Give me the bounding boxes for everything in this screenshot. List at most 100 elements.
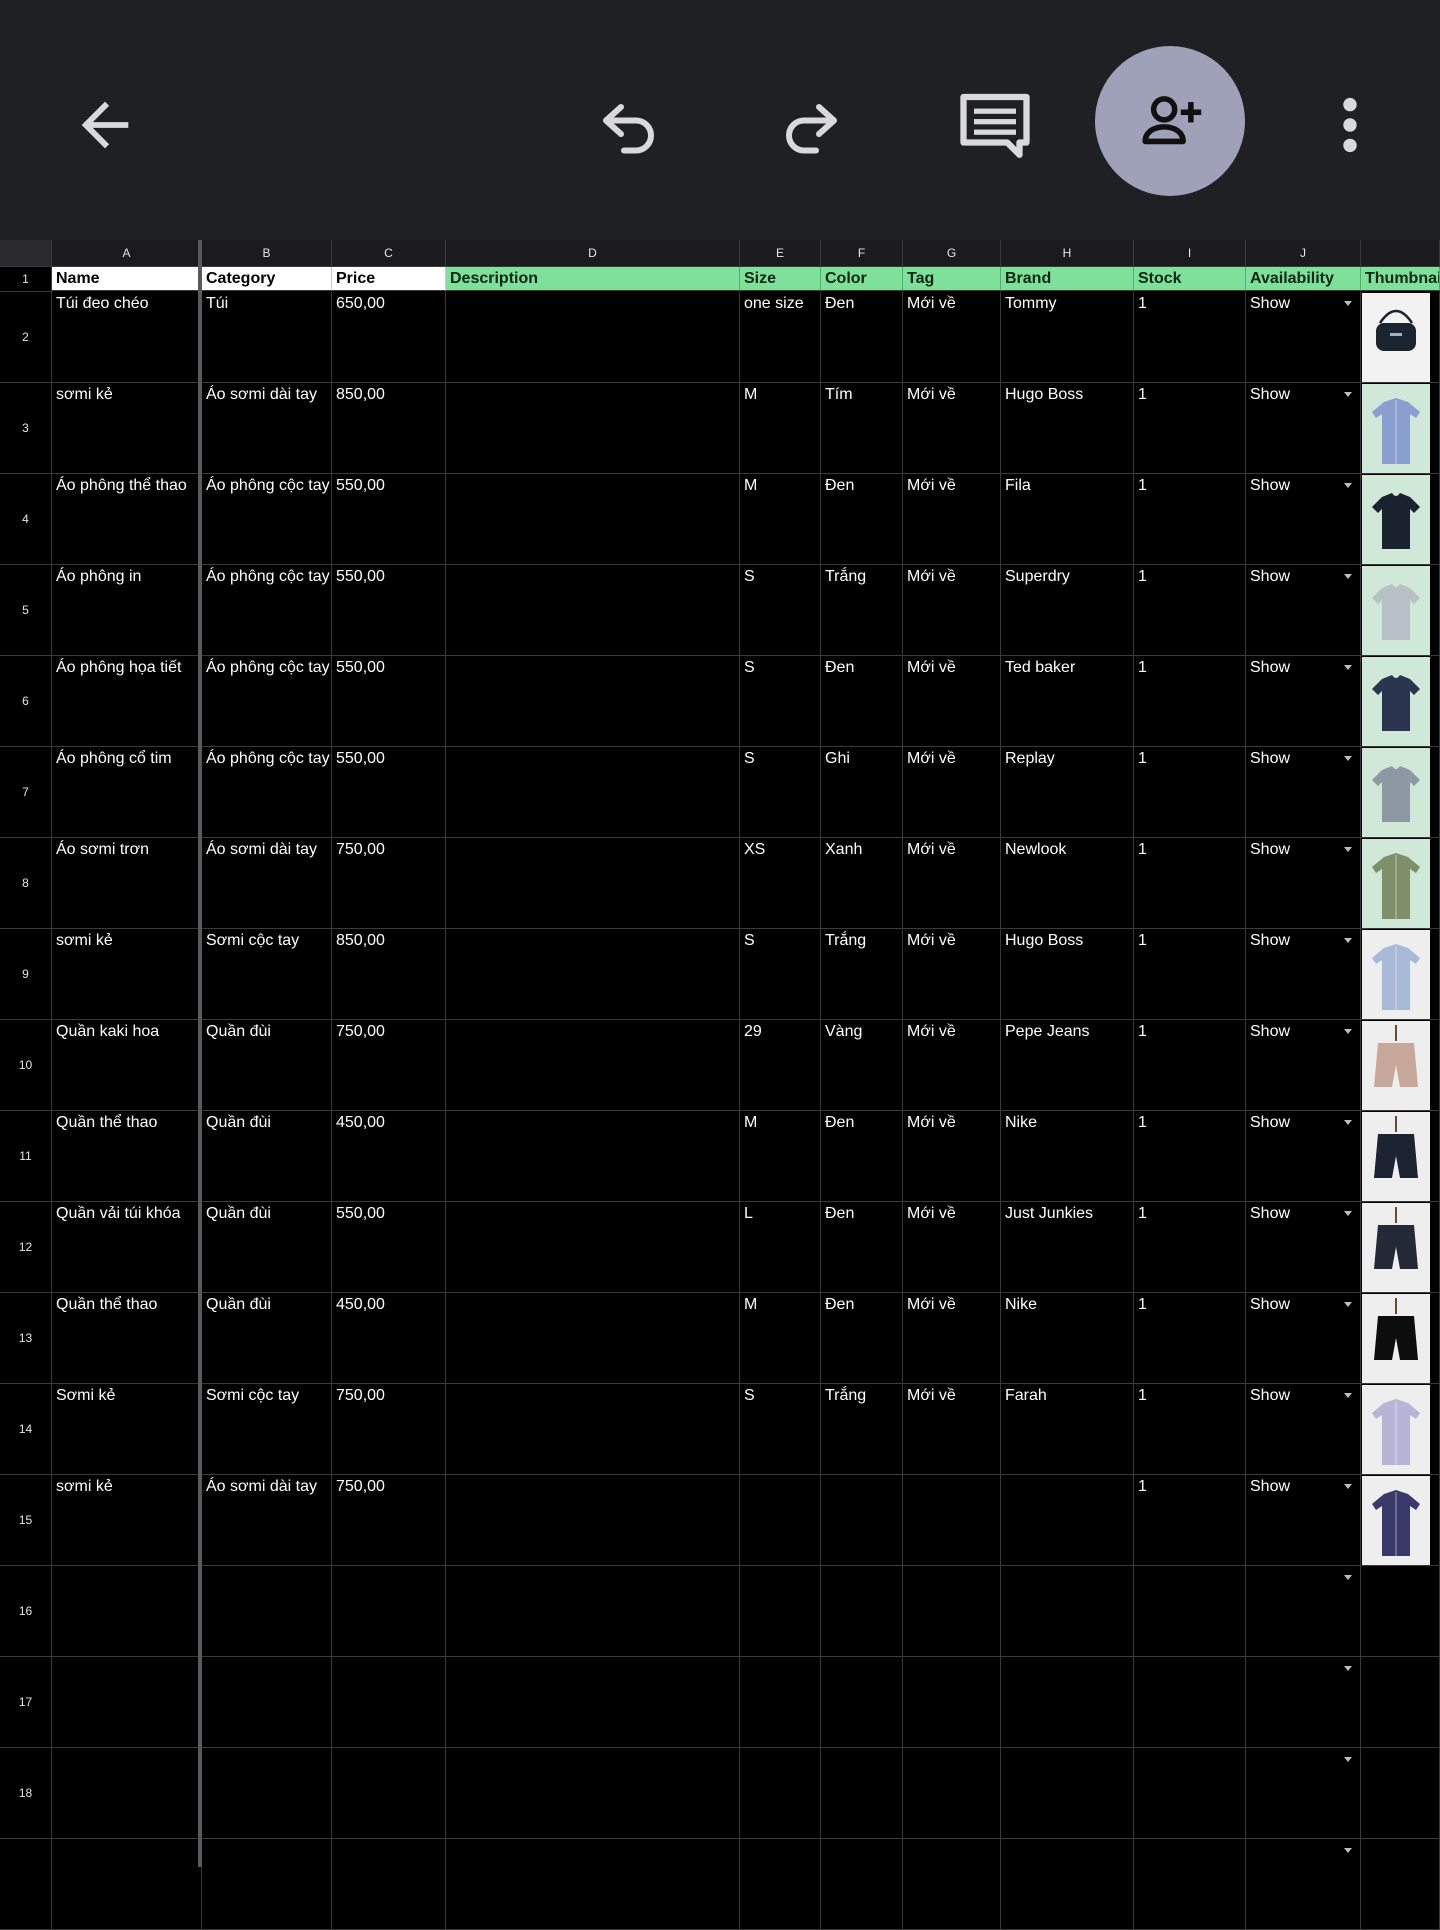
table-cell[interactable] [446,474,740,565]
table-cell[interactable]: Hugo Boss [1001,383,1134,474]
table-cell[interactable] [446,656,740,747]
dropdown-arrow-icon[interactable] [1344,1757,1352,1762]
table-cell[interactable]: Show [1246,383,1361,474]
column-header-a[interactable]: A [52,240,202,267]
table-cell[interactable] [821,1566,903,1657]
table-cell[interactable]: 850,00 [332,929,446,1020]
product-thumbnail-image[interactable] [1362,1476,1430,1565]
table-cell[interactable]: Đen [821,656,903,747]
product-thumbnail-image[interactable] [1362,930,1430,1019]
table-cell[interactable]: Đen [821,1293,903,1384]
table-cell[interactable]: Pepe Jeans [1001,1020,1134,1111]
table-cell[interactable]: 1 [1134,1293,1246,1384]
more-options-button[interactable] [1320,80,1380,170]
table-cell[interactable]: Mới về [903,1384,1001,1475]
table-cell[interactable]: Mới về [903,1111,1001,1202]
table-cell[interactable] [446,1748,740,1839]
dropdown-arrow-icon[interactable] [1344,574,1352,579]
table-cell[interactable] [1001,1839,1134,1930]
table-cell[interactable]: Show [1246,1475,1361,1566]
row-header[interactable]: 15 [0,1475,52,1566]
redo-button[interactable] [765,80,855,170]
table-cell[interactable] [1134,1566,1246,1657]
table-cell[interactable]: Quần vải túi khóa [52,1202,202,1293]
table-cell[interactable] [1246,1657,1361,1748]
table-cell[interactable]: Nike [1001,1111,1134,1202]
dropdown-arrow-icon[interactable] [1344,1302,1352,1307]
table-cell[interactable]: Áo phông họa tiết [52,656,202,747]
table-cell[interactable]: 750,00 [332,1384,446,1475]
table-cell[interactable]: 1 [1134,1202,1246,1293]
dropdown-arrow-icon[interactable] [1344,1211,1352,1216]
dropdown-arrow-icon[interactable] [1344,1484,1352,1489]
table-cell[interactable] [1001,1657,1134,1748]
table-cell[interactable]: sơmi kẻ [52,1475,202,1566]
table-cell[interactable]: Trắng [821,565,903,656]
table-cell[interactable] [446,292,740,383]
frozen-column-divider[interactable] [198,240,202,1867]
dropdown-arrow-icon[interactable] [1344,392,1352,397]
table-cell[interactable]: 450,00 [332,1293,446,1384]
table-cell[interactable]: 850,00 [332,383,446,474]
table-cell[interactable] [446,1202,740,1293]
table-cell[interactable] [52,1566,202,1657]
column-header-c[interactable]: C [332,240,446,267]
table-cell[interactable]: Quần thể thao [52,1111,202,1202]
table-cell[interactable] [1001,1748,1134,1839]
row-header[interactable]: 1 [0,267,52,292]
table-cell[interactable]: M [740,1111,821,1202]
table-cell[interactable]: 1 [1134,929,1246,1020]
thumbnail-cell[interactable] [1361,1475,1440,1566]
table-cell[interactable] [446,747,740,838]
table-cell[interactable]: 550,00 [332,747,446,838]
column-header-g[interactable]: G [903,240,1001,267]
table-cell[interactable]: M [740,1293,821,1384]
table-cell[interactable]: Ghi [821,747,903,838]
column-header-h[interactable]: H [1001,240,1134,267]
product-thumbnail-image[interactable] [1362,1021,1430,1110]
table-cell[interactable]: Sơmi cộc tay [202,929,332,1020]
table-cell[interactable]: 450,00 [332,1111,446,1202]
thumbnail-cell[interactable] [1361,1384,1440,1475]
table-cell[interactable] [202,1748,332,1839]
table-cell[interactable]: Newlook [1001,838,1134,929]
table-cell[interactable]: Nike [1001,1293,1134,1384]
table-cell[interactable] [446,383,740,474]
header-cell-availability[interactable]: Availability [1246,267,1361,291]
table-cell[interactable]: Quần kaki hoa [52,1020,202,1111]
dropdown-arrow-icon[interactable] [1344,483,1352,488]
row-header[interactable]: 17 [0,1657,52,1748]
table-cell[interactable]: Show [1246,656,1361,747]
table-cell[interactable]: 1 [1134,383,1246,474]
table-cell[interactable] [1001,1566,1134,1657]
table-cell[interactable]: Quần thể thao [52,1293,202,1384]
table-cell[interactable]: S [740,656,821,747]
table-cell[interactable]: M [740,383,821,474]
table-cell[interactable] [1361,1839,1440,1930]
table-cell[interactable]: Tím [821,383,903,474]
thumbnail-cell[interactable] [1361,838,1440,929]
table-cell[interactable] [446,1657,740,1748]
table-cell[interactable] [52,1748,202,1839]
table-cell[interactable]: Mới về [903,474,1001,565]
table-cell[interactable]: Áo sơmi dài tay [202,838,332,929]
product-thumbnail-image[interactable] [1362,293,1430,382]
table-cell[interactable] [903,1566,1001,1657]
table-cell[interactable]: S [740,1384,821,1475]
thumbnail-cell[interactable] [1361,1111,1440,1202]
table-cell[interactable]: Xanh [821,838,903,929]
table-cell[interactable] [1134,1657,1246,1748]
thumbnail-cell[interactable] [1361,1657,1440,1748]
header-cell-price[interactable]: Price [332,267,446,291]
table-cell[interactable]: 750,00 [332,1020,446,1111]
header-cell-category[interactable]: Category [202,267,332,291]
table-cell[interactable]: Đen [821,1202,903,1293]
table-cell[interactable] [1246,1748,1361,1839]
table-cell[interactable]: S [740,565,821,656]
table-cell[interactable]: 1 [1134,292,1246,383]
dropdown-arrow-icon[interactable] [1344,1120,1352,1125]
table-cell[interactable]: L [740,1202,821,1293]
table-cell[interactable]: Sơmi cộc tay [202,1384,332,1475]
header-cell-description[interactable]: Description [446,267,740,291]
row-header[interactable]: 10 [0,1020,52,1111]
